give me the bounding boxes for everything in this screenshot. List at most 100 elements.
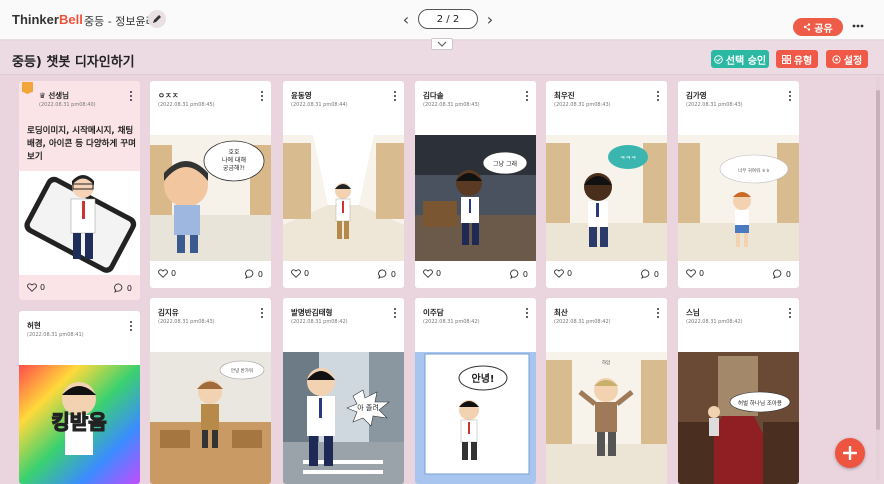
like-button[interactable]: 0 bbox=[158, 269, 176, 278]
like-count: 0 bbox=[699, 269, 705, 278]
chevron-down-icon bbox=[437, 41, 447, 47]
post-image[interactable]: 호호 나에 대해 궁금해?! bbox=[150, 135, 271, 261]
post-image[interactable] bbox=[283, 135, 404, 261]
comment-icon bbox=[114, 283, 123, 293]
scrollbar-thumb[interactable] bbox=[876, 90, 880, 430]
post-menu-button[interactable] bbox=[654, 90, 662, 102]
post-card[interactable]: 스님 (2022.08.31 pm08:42) 허벌 하나님 조아용 bbox=[678, 298, 799, 484]
post-date: (2022.08.31 pm08:42) bbox=[554, 319, 611, 325]
more-options-button[interactable] bbox=[848, 19, 868, 33]
settings-button[interactable]: 설정 bbox=[826, 50, 868, 68]
post-menu-button[interactable] bbox=[391, 307, 399, 319]
post-card[interactable]: 허현 (2022.08.31 pm08:41) 킹받음 bbox=[19, 311, 140, 484]
post-card[interactable]: 김가영 (2022.08.31 pm08:43) 너무 귀여워 ㅎㅎ 0 0 bbox=[678, 81, 799, 288]
brand-text-bell: Bell bbox=[58, 12, 83, 27]
like-button[interactable]: 0 bbox=[686, 269, 704, 278]
post-card[interactable]: 이주담 (2022.08.31 pm08:42) 안녕! bbox=[415, 298, 536, 484]
hallway-scene: 너무 귀여워 ㅎㅎ bbox=[678, 135, 799, 261]
post-image[interactable]: 킹받음 bbox=[19, 365, 140, 484]
like-button[interactable]: 0 bbox=[423, 269, 441, 278]
post-menu-button[interactable] bbox=[391, 90, 399, 102]
post-menu-button[interactable] bbox=[786, 307, 794, 319]
like-count: 0 bbox=[40, 283, 46, 292]
share-button[interactable]: 공유 bbox=[793, 18, 843, 36]
post-author: 김가영 bbox=[686, 91, 707, 100]
post-author: 이주담 bbox=[423, 308, 444, 317]
post-author: ㅇㅈㅈ bbox=[158, 91, 179, 100]
post-card[interactable]: 김다솔 (2022.08.31 pm08:43) 그냥 그래 0 0 bbox=[415, 81, 536, 288]
comment-button[interactable]: 0 bbox=[641, 269, 659, 279]
post-menu-button[interactable] bbox=[523, 307, 531, 319]
post-date: (2022.08.31 pm08:45) bbox=[158, 102, 215, 108]
brand-logo[interactable]: ThinkerBell bbox=[12, 12, 83, 27]
teacher-post-card[interactable]: ♛ 선생님 (2022.08.31 pm08:40) 로딩이미지, 시작메시지,… bbox=[19, 81, 140, 300]
post-card[interactable]: 최우진 (2022.08.31 pm08:43) ㅋㅋㅋ 0 0 bbox=[546, 81, 667, 288]
post-menu-button[interactable] bbox=[786, 90, 794, 102]
post-card[interactable]: ㅇㅈㅈ (2022.08.31 pm08:45) 호호 나에 대해 궁금해?! … bbox=[150, 81, 271, 288]
post-footer: 0 0 bbox=[415, 264, 536, 286]
board-title: 중등) 챗봇 디자인하기 bbox=[12, 55, 135, 70]
svg-text:호호: 호호 bbox=[228, 149, 240, 156]
like-button[interactable]: 0 bbox=[27, 283, 45, 292]
comment-button[interactable]: 0 bbox=[245, 269, 263, 279]
grid-icon bbox=[781, 54, 791, 64]
post-menu-button[interactable] bbox=[523, 90, 531, 102]
hallway-scene bbox=[283, 135, 404, 261]
comment-icon bbox=[378, 269, 387, 279]
post-menu-button[interactable] bbox=[258, 90, 266, 102]
comment-button[interactable]: 0 bbox=[114, 283, 132, 293]
post-menu-button[interactable] bbox=[127, 320, 135, 332]
post-menu-button[interactable] bbox=[258, 307, 266, 319]
more-dots-icon bbox=[852, 24, 864, 28]
next-page-button[interactable]: › bbox=[484, 10, 496, 29]
prev-page-button[interactable]: ‹ bbox=[400, 10, 412, 29]
comment-button[interactable]: 0 bbox=[773, 269, 791, 279]
like-button[interactable]: 0 bbox=[291, 269, 309, 278]
comment-button[interactable]: 0 bbox=[510, 269, 528, 279]
post-author: ♛ 선생님 bbox=[39, 91, 70, 100]
select-approve-button[interactable]: 선택 승인 bbox=[711, 50, 769, 68]
post-date: (2022.08.31 pm08:43) bbox=[423, 102, 480, 108]
heart-icon bbox=[27, 283, 37, 292]
street-scene: 아 졸려 bbox=[283, 352, 404, 484]
post-image[interactable]: ㅋㅋㅋ bbox=[546, 135, 667, 261]
post-image[interactable]: 안녕 반가워 bbox=[150, 352, 271, 484]
post-card[interactable]: 김지유 (2022.08.31 pm08:43) 안녕 반가워 bbox=[150, 298, 271, 484]
gear-icon bbox=[832, 54, 841, 64]
post-footer: 0 0 bbox=[546, 264, 667, 286]
post-date: (2022.08.31 pm08:42) bbox=[686, 319, 743, 325]
post-image[interactable]: 허벌 하나님 조아용 bbox=[678, 352, 799, 484]
classroom-scene: 안녕 반가워 bbox=[150, 352, 271, 484]
post-card[interactable]: 최산 (2022.08.31 pm08:42) 하암 bbox=[546, 298, 667, 484]
post-image[interactable]: 너무 귀여워 ㅎㅎ bbox=[678, 135, 799, 261]
speech-text: 안녕! bbox=[472, 372, 495, 385]
hallway-scene: 호호 나에 대해 궁금해?! bbox=[150, 135, 271, 261]
collapse-header-button[interactable] bbox=[431, 38, 453, 50]
add-post-button[interactable] bbox=[835, 438, 865, 468]
post-image[interactable] bbox=[19, 171, 140, 275]
post-card[interactable]: 발명반김태형 (2022.08.31 pm08:42) 아 졸려 bbox=[283, 298, 404, 484]
post-image[interactable]: 아 졸려 bbox=[283, 352, 404, 484]
like-button[interactable]: 0 bbox=[554, 269, 572, 278]
layout-type-button[interactable]: 유형 bbox=[776, 50, 818, 68]
settings-label: 설정 bbox=[843, 55, 863, 67]
post-image[interactable]: 그냥 그래 bbox=[415, 135, 536, 261]
comment-icon bbox=[641, 269, 650, 279]
post-author: 김다솔 bbox=[423, 91, 444, 100]
post-author: 최우진 bbox=[554, 91, 575, 100]
post-menu-button[interactable] bbox=[654, 307, 662, 319]
post-prompt: 로딩이미지, 시작메시지, 채팅배경, 아이콘 등 다양하게 꾸며보기 bbox=[27, 126, 136, 162]
post-date: (2022.08.31 pm08:40) bbox=[39, 102, 96, 108]
post-image[interactable]: 안녕! bbox=[415, 352, 536, 484]
comment-count: 0 bbox=[257, 269, 263, 279]
speech-text: 하암 bbox=[602, 359, 610, 366]
comment-button[interactable]: 0 bbox=[378, 269, 396, 279]
post-card[interactable]: 윤동영 (2022.08.31 pm08:44) 0 0 bbox=[283, 81, 404, 288]
speech-text: 너무 귀여워 ㅎㅎ bbox=[738, 167, 770, 174]
post-footer: 0 0 bbox=[678, 264, 799, 286]
edit-title-button[interactable] bbox=[148, 10, 166, 28]
hallway-scene: 하암 bbox=[546, 352, 667, 484]
post-menu-button[interactable] bbox=[127, 90, 135, 102]
comment-count: 0 bbox=[522, 269, 528, 279]
post-image[interactable]: 하암 bbox=[546, 352, 667, 484]
